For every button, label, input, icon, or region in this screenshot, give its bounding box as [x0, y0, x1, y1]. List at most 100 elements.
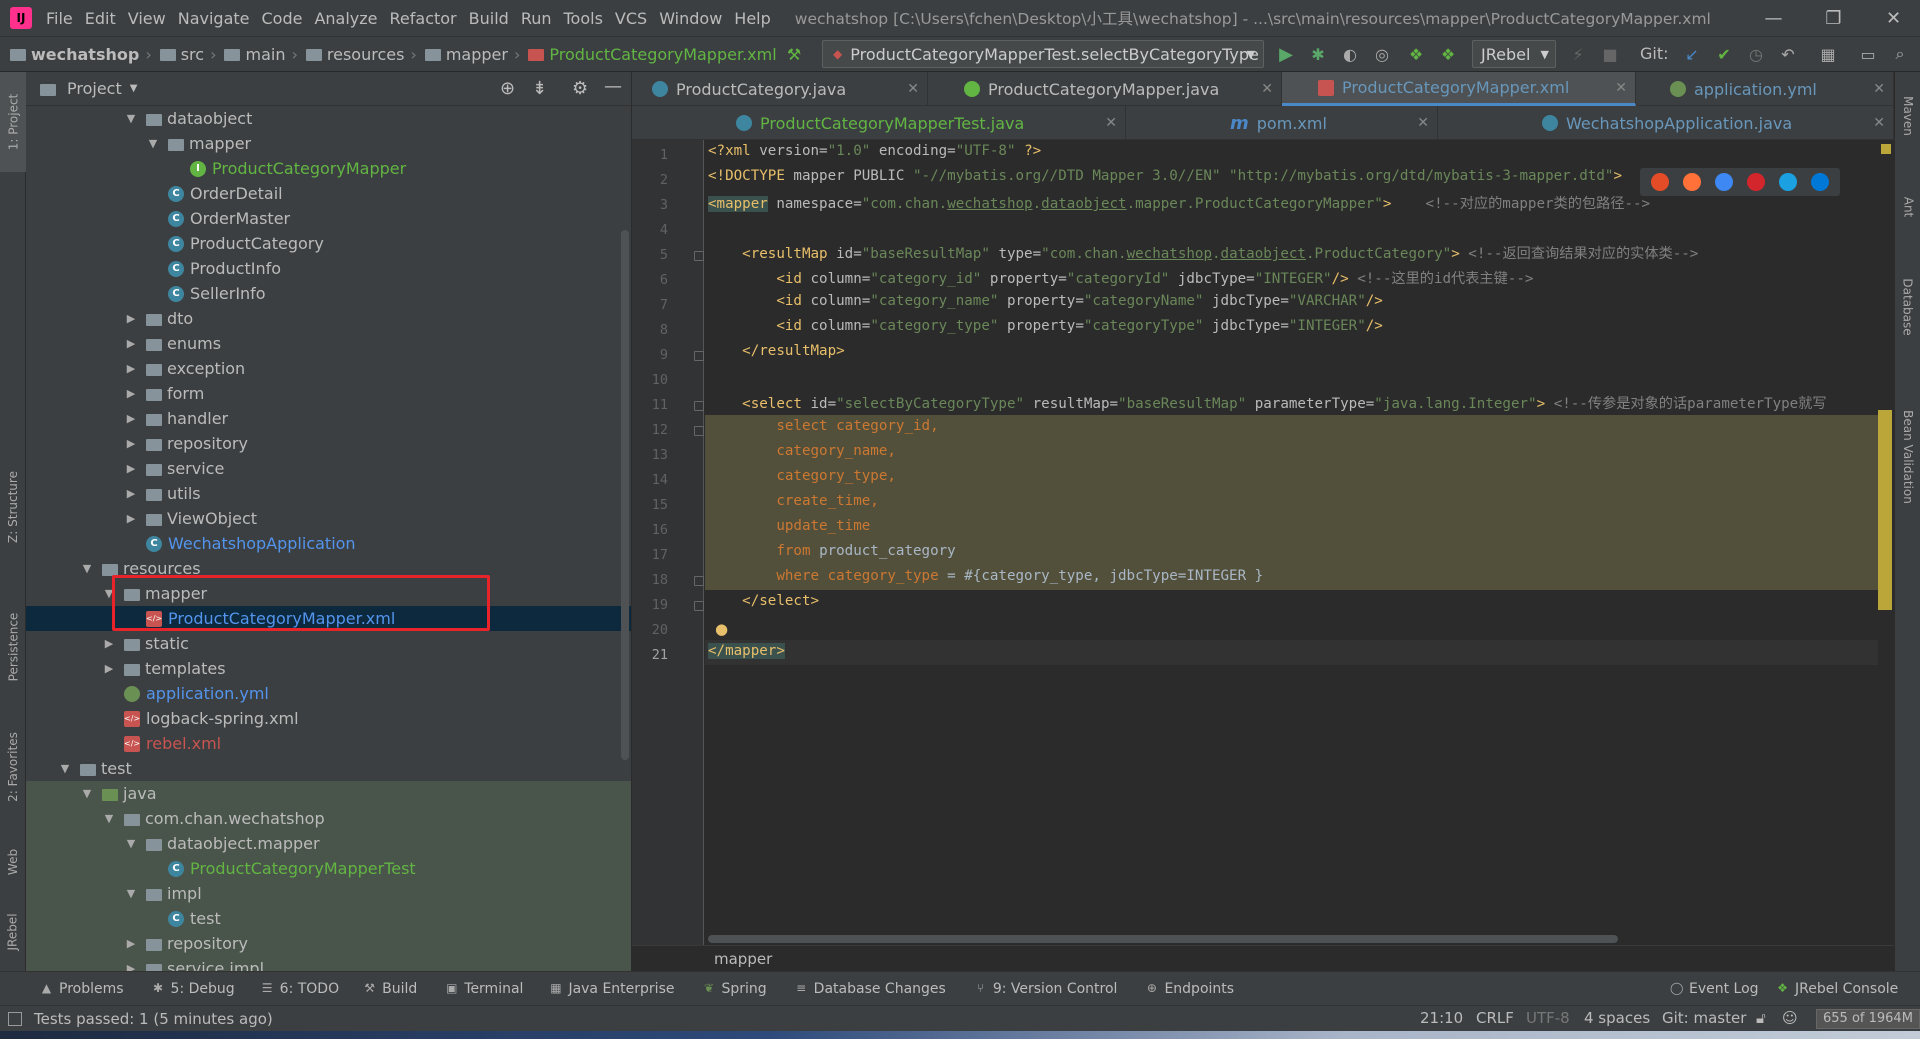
jrebel-debug-icon[interactable]: ❖	[1436, 42, 1460, 66]
git-update-icon[interactable]: ↙	[1680, 42, 1704, 66]
menu-code[interactable]: Code	[262, 9, 303, 28]
expand-arrow-icon[interactable]: ▼	[124, 887, 138, 900]
tool-tab-maven[interactable]: Maven	[1895, 76, 1920, 156]
presentation-icon[interactable]: ▭	[1856, 42, 1880, 66]
tab-pom-xml[interactable]: m pom.xml ✕	[1126, 106, 1438, 140]
tool-tab-bean-validation[interactable]: Bean Validation	[1895, 372, 1920, 542]
tool-tab-terminal[interactable]: ▣ Terminal	[445, 981, 523, 997]
edge-icon[interactable]	[1811, 173, 1829, 191]
minimize-icon[interactable]: —	[1746, 0, 1801, 36]
run-configuration-select[interactable]: ◆ ProductCategoryMapperTest.selectByCate…	[822, 40, 1264, 68]
ie-icon[interactable]	[1779, 173, 1797, 191]
tree-item[interactable]: ▼ impl	[26, 881, 631, 906]
tree-item[interactable]: I ProductCategoryMapper	[26, 156, 631, 181]
line-separator[interactable]: CRLF	[1476, 1009, 1514, 1027]
search-icon[interactable]: ⌕	[1888, 42, 1912, 66]
close-tab-icon[interactable]: ✕	[1615, 80, 1627, 96]
tree-item[interactable]: ▼ mapper	[26, 131, 631, 156]
git-branch[interactable]: Git: master	[1662, 1009, 1746, 1027]
locate-icon[interactable]: ⊕	[500, 78, 515, 99]
settings-gear-icon[interactable]: ⚙	[572, 78, 588, 99]
tool-tab-problems[interactable]: ▲ Problems	[40, 981, 124, 997]
safari-icon[interactable]	[1715, 173, 1733, 191]
tab-productcategorymapper-java[interactable]: ProductCategoryMapper.java ✕	[928, 72, 1282, 106]
close-tab-icon[interactable]: ✕	[907, 81, 919, 97]
fold-marker-icon[interactable]	[694, 426, 704, 436]
tree-item[interactable]: ▼ com.chan.wechatshop	[26, 806, 631, 831]
build-hammer-icon[interactable]: ⚒	[782, 42, 806, 66]
expand-arrow-icon[interactable]: ▼	[102, 812, 116, 825]
menu-refactor[interactable]: Refactor	[390, 9, 457, 28]
attach-debugger-icon[interactable]: ⚡	[1566, 42, 1590, 66]
git-commit-icon[interactable]: ✔	[1712, 42, 1736, 66]
breadcrumb-main[interactable]: main ›	[224, 45, 298, 64]
menu-file[interactable]: File	[46, 9, 73, 28]
fold-marker-icon[interactable]	[694, 401, 704, 411]
editor-breadcrumb-item[interactable]: mapper	[714, 950, 772, 968]
tab-productcategory-java[interactable]: ProductCategory.java ✕	[632, 72, 928, 106]
project-scrollbar[interactable]	[621, 230, 629, 760]
tree-item[interactable]: C ProductCategory	[26, 231, 631, 256]
tree-item[interactable]: ▼ dataobject.mapper	[26, 831, 631, 856]
fold-marker-icon[interactable]	[694, 576, 704, 586]
stop-icon[interactable]: ■	[1598, 42, 1622, 66]
tree-item[interactable]: ▶ templates	[26, 656, 631, 681]
chevron-down-icon[interactable]: ▼	[130, 83, 138, 94]
menu-tools[interactable]: Tools	[564, 9, 603, 28]
menu-run[interactable]: Run	[521, 9, 552, 28]
status-message[interactable]: Tests passed: 1 (5 minutes ago)	[34, 1010, 273, 1028]
tab-productcategorymappertest-java[interactable]: ProductCategoryMapperTest.java ✕	[632, 106, 1126, 140]
menu-analyze[interactable]: Analyze	[314, 9, 377, 28]
coverage-icon[interactable]: ◐	[1338, 42, 1362, 66]
tree-item[interactable]: </> logback-spring.xml	[26, 706, 631, 731]
tree-item[interactable]: ▼ dataobject	[26, 106, 631, 131]
tree-item[interactable]: ▼ test	[26, 756, 631, 781]
fold-marker-icon[interactable]	[694, 601, 704, 611]
tree-item[interactable]: ▶ utils	[26, 481, 631, 506]
tool-tab-project[interactable]: 1: Project	[0, 72, 26, 172]
menu-edit[interactable]: Edit	[85, 9, 116, 28]
collapse-arrow-icon[interactable]: ▶	[124, 387, 138, 400]
expand-arrow-icon[interactable]: ▼	[124, 837, 138, 850]
collapse-arrow-icon[interactable]: ▶	[124, 312, 138, 325]
tab-application-yml[interactable]: application.yml ✕	[1636, 72, 1894, 106]
jrebel-select[interactable]: JRebel ▼	[1472, 40, 1556, 68]
tool-tab-endpoints[interactable]: ⊕ Endpoints	[1145, 981, 1234, 997]
tree-item[interactable]: C ProductInfo	[26, 256, 631, 281]
tree-item[interactable]: Ctest	[26, 906, 631, 931]
tree-item[interactable]: ▶ repository	[26, 931, 631, 956]
expand-arrow-icon[interactable]: ▼	[124, 112, 138, 125]
menu-window[interactable]: Window	[659, 9, 722, 28]
collapse-all-icon[interactable]: ⇟	[532, 78, 547, 99]
close-window-icon[interactable]: ✕	[1866, 0, 1920, 36]
hide-panel-icon[interactable]: —	[604, 76, 622, 97]
tree-item[interactable]: ▶ form	[26, 381, 631, 406]
expand-arrow-icon[interactable]: ▼	[146, 137, 160, 150]
lock-icon[interactable]: 🔓︎	[1756, 1009, 1766, 1027]
file-encoding[interactable]: UTF-8	[1526, 1009, 1570, 1027]
collapse-arrow-icon[interactable]: ▶	[102, 662, 116, 675]
caret-position[interactable]: 21:10	[1420, 1009, 1463, 1027]
tree-item[interactable]: ▶ repository	[26, 431, 631, 456]
expand-arrow-icon[interactable]: ▼	[80, 787, 94, 800]
run-icon[interactable]: ▶	[1274, 42, 1298, 66]
intention-bulb-icon[interactable]: ●	[715, 620, 728, 638]
jrebel-run-icon[interactable]: ❖	[1404, 42, 1428, 66]
collapse-arrow-icon[interactable]: ▶	[124, 487, 138, 500]
collapse-arrow-icon[interactable]: ▶	[124, 512, 138, 525]
tree-item[interactable]: ▶ ViewObject	[26, 506, 631, 531]
tree-item[interactable]: ▶ handler	[26, 406, 631, 431]
menu-build[interactable]: Build	[469, 9, 509, 28]
profile-icon[interactable]: ◎	[1370, 42, 1394, 66]
tree-item[interactable]: ▶ static	[26, 631, 631, 656]
tool-tab-debug[interactable]: ✱ 5: Debug	[152, 981, 235, 997]
tool-tab-spring[interactable]: ❦ Spring	[702, 981, 767, 997]
collapse-arrow-icon[interactable]: ▶	[124, 362, 138, 375]
menu-help[interactable]: Help	[734, 9, 770, 28]
firefox-icon[interactable]	[1683, 173, 1701, 191]
tree-item[interactable]: ▶ dto	[26, 306, 631, 331]
tool-tab-structure[interactable]: Z: Structure	[0, 452, 26, 562]
close-tab-icon[interactable]: ✕	[1873, 81, 1885, 97]
breadcrumb-file[interactable]: ProductCategoryMapper.xml	[528, 45, 777, 64]
tool-tab-java-enterprise[interactable]: ▦ Java Enterprise	[549, 981, 674, 997]
